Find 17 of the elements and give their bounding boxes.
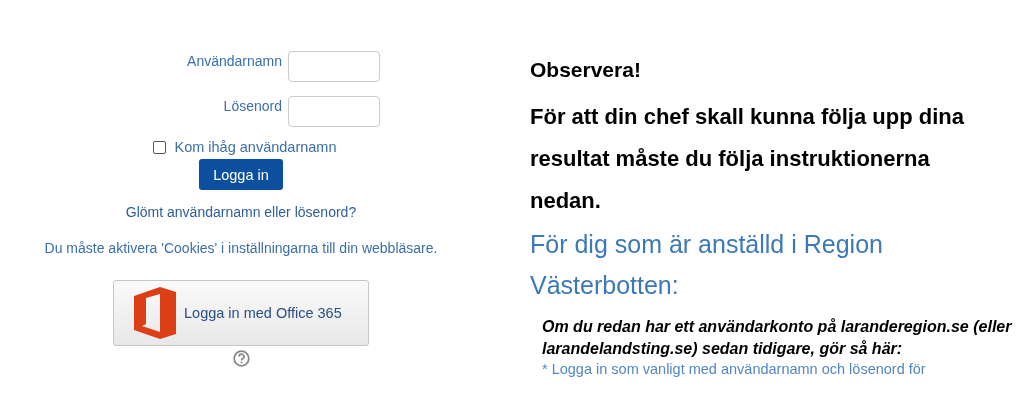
checkbox-label[interactable]: Kom ihåg användarnamn — [174, 139, 337, 155]
section-heading: För dig som är anställd i Region Västerbotten: — [530, 229, 884, 301]
instruction-step: * Logga in som vanligt med användarnamn och lösenord för — [542, 360, 1021, 378]
field-label: Lösenord — [222, 97, 282, 114]
forgot-link[interactable]: Glömt användarnamn eller lösenord? — [125, 204, 357, 220]
field-label: Användarnamn — [186, 52, 282, 69]
notice-title: Observera! — [530, 58, 642, 82]
instruction-note: Om du redan har ett användarkonto på laranderegion.se (eller larandelandsting.se) sedan tidigare, gör så här: — [542, 317, 1012, 359]
cookies-note: Du måste aktivera 'Cookies' i inställningarna till din webbläsare. — [44, 240, 438, 256]
username-field[interactable] — [288, 51, 380, 82]
door-logo-icon — [132, 286, 178, 340]
notice-text: För att din chef skall kunna följa upp dina resultat måste du följa instruktionerna nedan. — [530, 103, 965, 215]
help-icon[interactable] — [232, 350, 250, 367]
checkbox[interactable] — [153, 140, 167, 154]
password-field[interactable] — [288, 96, 380, 127]
login-button[interactable]: Logga in — [199, 159, 283, 190]
office-login-button[interactable]: Logga in med Office 365 — [113, 280, 369, 346]
